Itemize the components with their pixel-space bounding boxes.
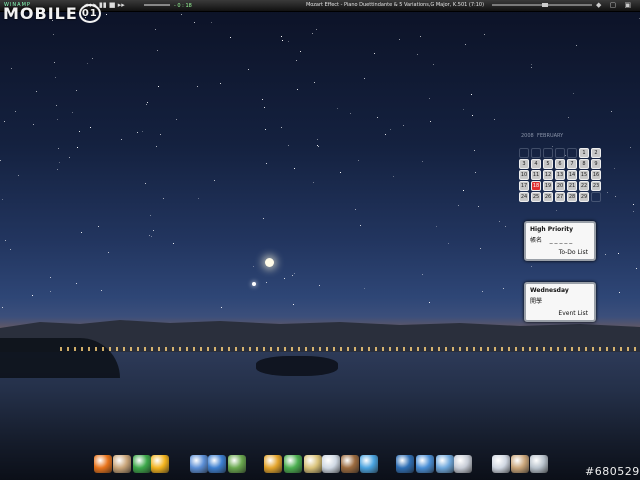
photo-icon[interactable]	[530, 455, 548, 473]
calendar-day[interactable]: 29	[579, 192, 589, 202]
mobile01-logo: MOBILE 01	[3, 4, 101, 23]
calendar-year: 2008	[521, 133, 534, 139]
calendar-day[interactable]: 20	[555, 181, 565, 191]
notepad-icon[interactable]	[304, 455, 322, 473]
calendar-day[interactable]: 5	[543, 159, 553, 169]
event-title: Wednesday	[530, 287, 569, 294]
small-planet	[252, 282, 256, 286]
event-list-link[interactable]: Event List	[558, 310, 588, 317]
image-watermark: #680529	[585, 465, 640, 478]
todo-body: 帳名 _ _ _ _ _	[530, 237, 573, 244]
calendar-empty-cell	[555, 148, 565, 158]
window-buttons[interactable]: ◆ ▢ ▣	[596, 1, 634, 9]
calendar-day[interactable]: 27	[555, 192, 565, 202]
monitor-icon[interactable]	[396, 455, 414, 473]
seek-bar[interactable]	[492, 3, 592, 7]
calendar-day[interactable]: 11	[531, 170, 541, 180]
calendar-day[interactable]: 21	[567, 181, 577, 191]
event-body: 開學	[530, 298, 543, 305]
write-icon[interactable]	[322, 455, 340, 473]
shore-foreground	[0, 338, 120, 378]
brush-icon[interactable]	[511, 455, 529, 473]
calendar-day[interactable]: 7	[567, 159, 577, 169]
calendar-day[interactable]: 22	[579, 181, 589, 191]
settings-gear-icon[interactable]	[208, 455, 226, 473]
elapsed-time: - 0 : 18	[174, 3, 192, 9]
bright-planet	[265, 258, 274, 267]
tools-icon[interactable]	[113, 455, 131, 473]
clock-icon[interactable]	[454, 455, 472, 473]
calendar-day[interactable]: 3	[519, 159, 529, 169]
event-note-widget[interactable]: Wednesday 開學 Event List	[524, 282, 596, 322]
calendar-day[interactable]: 12	[543, 170, 553, 180]
calendar-day[interactable]: 15	[579, 170, 589, 180]
calendar-day[interactable]: 17	[519, 181, 529, 191]
windows-update-icon[interactable]	[228, 455, 246, 473]
track-title: Mozart Effect - Piano Duettindante & 5 V…	[305, 2, 485, 8]
calendar-day[interactable]: 9	[591, 159, 601, 169]
run-icon[interactable]	[360, 455, 378, 473]
calendar-day[interactable]: 28	[567, 192, 577, 202]
calendar-day[interactable]: 10	[519, 170, 529, 180]
volume-slider[interactable]	[144, 4, 170, 6]
recycle-bin-icon[interactable]	[436, 455, 454, 473]
logo-text: MOBILE	[3, 4, 78, 23]
mail-icon[interactable]	[492, 455, 510, 473]
island	[256, 356, 338, 376]
calendar-day[interactable]: 26	[543, 192, 553, 202]
calendar-day[interactable]: 19	[543, 181, 553, 191]
calendar-month: FEBRUARY	[537, 133, 564, 139]
calendar-day[interactable]: 6	[555, 159, 565, 169]
todo-title: High Priority	[530, 226, 574, 233]
calendar-empty-cell	[543, 148, 553, 158]
calendar-day[interactable]: 24	[519, 192, 529, 202]
firefox-icon[interactable]	[94, 455, 112, 473]
messenger-icon[interactable]	[133, 455, 151, 473]
calendar-day[interactable]: 18	[531, 181, 541, 191]
calendar-empty-cell	[519, 148, 529, 158]
calendar-days-grid: 1 2 3 4 5 6 7 8 9 10 11 12 13 14 15 16 17 18 19 20 21 22 23 24 2…	[519, 148, 605, 202]
dock-taskbar	[0, 453, 640, 475]
calendar-day[interactable]: 25	[531, 192, 541, 202]
calendar-day[interactable]: 16	[591, 170, 601, 180]
calendar-empty-cell	[567, 148, 577, 158]
smiley-icon[interactable]	[151, 455, 169, 473]
calendar-day[interactable]: 13	[555, 170, 565, 180]
calendar-day[interactable]: 2	[591, 148, 601, 158]
calendar-empty-cell	[591, 192, 601, 202]
calendar-empty-cell	[531, 148, 541, 158]
calendar-widget[interactable]: 2008 FEBRUARY 1 2 3 4 5 6 7 8 9 10 11 12 13 14 15 16 17 1…	[519, 131, 605, 207]
calendar-day[interactable]: 8	[579, 159, 589, 169]
calendar-day[interactable]: 1	[579, 148, 589, 158]
paint-icon[interactable]	[190, 455, 208, 473]
image-viewer-icon[interactable]	[341, 455, 359, 473]
pen-tool-icon[interactable]	[416, 455, 434, 473]
calendar-day[interactable]: 14	[567, 170, 577, 180]
calendar-day[interactable]: 4	[531, 159, 541, 169]
folder-icon[interactable]	[264, 455, 282, 473]
city-lights	[60, 347, 640, 351]
refresh-icon[interactable]	[284, 455, 302, 473]
seek-knob[interactable]	[542, 3, 548, 7]
todo-note-widget[interactable]: High Priority 帳名 _ _ _ _ _ To-Do List	[524, 221, 596, 261]
calendar-day[interactable]: 23	[591, 181, 601, 191]
todo-list-link[interactable]: To-Do List	[559, 249, 588, 256]
logo-number: 01	[78, 4, 101, 23]
